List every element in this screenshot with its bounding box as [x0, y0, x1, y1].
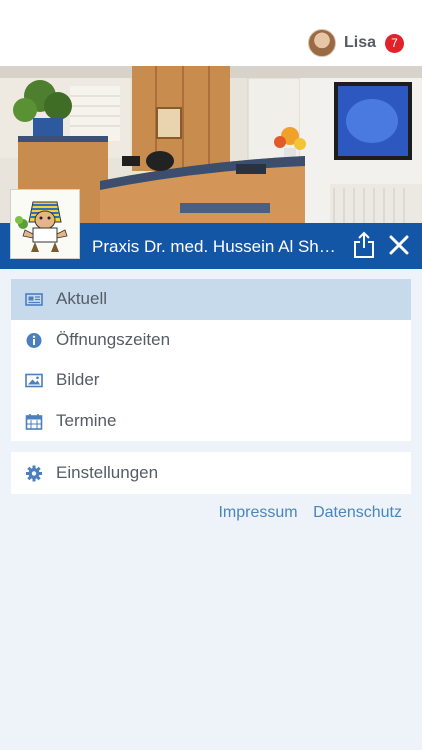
close-icon[interactable]: [388, 234, 410, 256]
pharaoh-logo-icon: [11, 190, 79, 258]
menu-item-label: Termine: [56, 410, 117, 430]
impressum-link[interactable]: Impressum: [218, 504, 297, 521]
menu-item-einstellungen[interactable]: Einstellungen: [11, 452, 411, 493]
main-menu: Aktuell Öffnungszeiten Bilder Termine: [11, 279, 411, 441]
menu-item-termine[interactable]: Termine: [11, 401, 411, 442]
calendar-icon: [25, 413, 43, 430]
menu-item-label: Einstellungen: [56, 463, 159, 482]
gear-icon: [25, 465, 43, 482]
menu-item-aktuell[interactable]: Aktuell: [11, 279, 411, 320]
info-icon: [25, 332, 43, 349]
practice-logo: [10, 189, 80, 259]
menu-item-label: Öffnungszeiten: [56, 329, 171, 349]
user-name[interactable]: Lisa: [344, 34, 376, 52]
menu-item-label: Aktuell: [56, 289, 108, 308]
menu-item-bilder[interactable]: Bilder: [11, 360, 411, 401]
datenschutz-link[interactable]: Datenschutz: [313, 504, 402, 521]
user-avatar[interactable]: [307, 29, 336, 57]
settings-menu: Einstellungen: [11, 452, 411, 494]
practice-title: Praxis Dr. med. Hussein Al Sh…: [92, 237, 336, 256]
user-profile[interactable]: Lisa 7: [307, 29, 404, 57]
share-icon[interactable]: [352, 231, 376, 259]
menu-item-oeffnungszeiten[interactable]: Öffnungszeiten: [11, 320, 411, 361]
top-bar: Lisa 7: [0, 0, 422, 66]
news-icon: [25, 291, 43, 308]
notification-badge[interactable]: 7: [385, 33, 404, 53]
footer-links: Impressum Datenschutz: [207, 504, 402, 522]
menu-item-label: Bilder: [56, 370, 100, 389]
image-icon: [25, 372, 43, 389]
